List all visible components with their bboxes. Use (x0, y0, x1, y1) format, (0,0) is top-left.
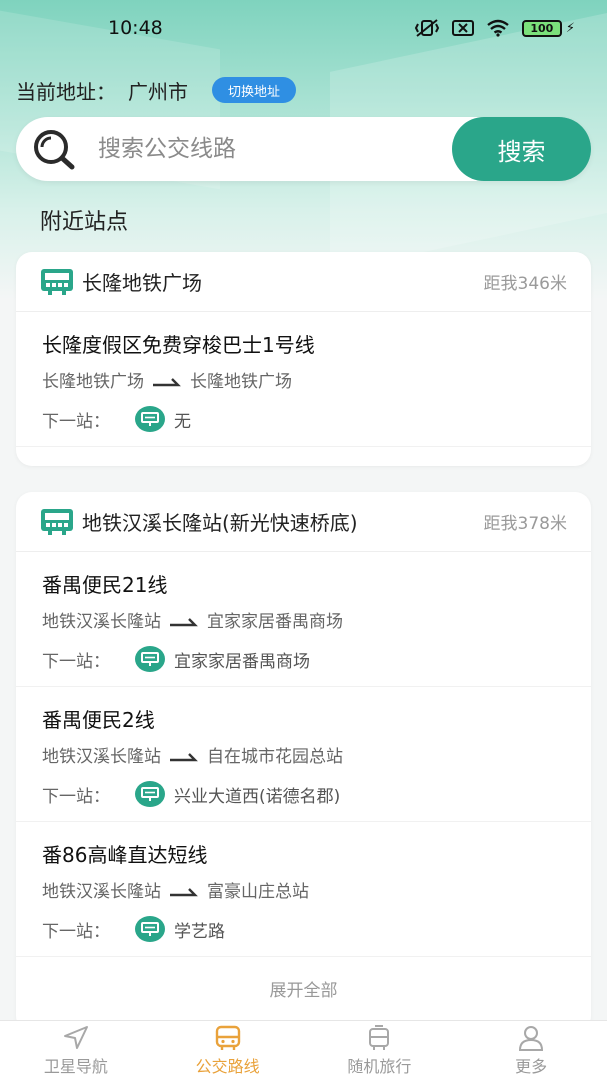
direction-arrow-icon (152, 373, 182, 387)
stop-name: 长隆地铁广场 (82, 271, 202, 295)
stop-card[interactable]: 地铁汉溪长隆站(新光快速桥底) 距我378米 番禺便民21线 地铁汉溪长隆站 宜… (16, 492, 591, 1032)
bottom-nav: 卫星导航 公交路线 随机旅行 更多 (0, 1020, 607, 1080)
stop-card-header[interactable]: 地铁汉溪长隆站(新光快速桥底) 距我378米 (16, 492, 591, 552)
next-stop-name: 无 (174, 411, 191, 432)
next-stop-label: 下一站： (42, 411, 110, 432)
next-stop-name: 兴业大道西(诺德名郡) (174, 786, 341, 807)
stop-card[interactable]: 长隆地铁广场 距我346米 长隆度假区免费穿梭巴士1号线 长隆地铁广场 长隆地铁… (16, 252, 591, 466)
route-from: 地铁汉溪长隆站 (42, 746, 161, 767)
nav-label: 卫星导航 (43, 1056, 108, 1076)
nav-satellite-navigation[interactable]: 卫星导航 (0, 1021, 152, 1080)
route-name: 长隆度假区免费穿梭巴士1号线 (42, 333, 315, 357)
section-title: 附近站点 (40, 210, 129, 235)
wifi-icon (486, 19, 510, 37)
sim-off-icon (451, 19, 474, 37)
bus-sign-icon (134, 780, 166, 808)
route-to: 宜家家居番禺商场 (207, 611, 343, 632)
route-item[interactable]: 长隆度假区免费穿梭巴士1号线 长隆地铁广场 长隆地铁广场 下一站： 无 (16, 312, 591, 447)
route-to: 富豪山庄总站 (207, 881, 309, 902)
nav-label: 随机旅行 (347, 1056, 412, 1076)
route-from: 地铁汉溪长隆站 (42, 881, 161, 902)
direction-arrow-icon (169, 748, 199, 762)
route-direction: 地铁汉溪长隆站 宜家家居番禺商场 (42, 606, 567, 632)
route-from: 长隆地铁广场 (42, 371, 144, 392)
route-name: 番禺便民2线 (42, 708, 155, 732)
nav-bus-routes[interactable]: 公交路线 (152, 1021, 304, 1080)
next-stop-row: 下一站： 无 (42, 406, 567, 432)
search-icon (30, 125, 78, 173)
next-stop-label: 下一站： (42, 651, 110, 672)
bus-stop-icon (40, 268, 74, 296)
travel-bus-icon (365, 1024, 393, 1051)
route-name: 番禺便民21线 (42, 573, 168, 597)
charging-icon: ⚡ (565, 20, 575, 36)
switch-address-button[interactable]: 切换地址 (212, 77, 297, 103)
expand-all-button[interactable]: 展开全部 (16, 957, 591, 1019)
status-icons: 100 ⚡ (414, 18, 575, 38)
nav-more[interactable]: 更多 (455, 1021, 607, 1080)
next-stop-row: 下一站： 学艺路 (42, 916, 567, 942)
vibrate-off-icon (414, 18, 440, 38)
route-direction: 长隆地铁广场 长隆地铁广场 (42, 366, 567, 392)
bus-icon (214, 1025, 242, 1051)
stop-distance: 距我378米 (483, 514, 567, 534)
battery-icon: 100 (521, 19, 562, 37)
bus-sign-icon (134, 915, 166, 943)
search-button[interactable]: 搜索 (452, 117, 591, 181)
route-item[interactable]: 番禺便民21线 地铁汉溪长隆站 宜家家居番禺商场 下一站： 宜家家居番禺商场 (16, 552, 591, 687)
next-stop-name: 宜家家居番禺商场 (174, 651, 310, 672)
nav-label: 更多 (515, 1056, 548, 1076)
route-item[interactable]: 番禺便民2线 地铁汉溪长隆站 自在城市花园总站 下一站： 兴业大道西(诺德名郡) (16, 687, 591, 822)
direction-arrow-icon (169, 613, 199, 627)
stop-card-header[interactable]: 长隆地铁广场 距我346米 (16, 252, 591, 312)
bus-sign-icon (134, 405, 166, 433)
route-to: 长隆地铁广场 (190, 371, 292, 392)
route-from: 地铁汉溪长隆站 (42, 611, 161, 632)
next-stop-row: 下一站： 宜家家居番禺商场 (42, 646, 567, 672)
user-icon (517, 1025, 545, 1051)
next-stop-label: 下一站： (42, 921, 110, 942)
route-name: 番86高峰直达短线 (42, 843, 208, 867)
bus-stop-icon (40, 508, 74, 536)
direction-arrow-icon (169, 883, 199, 897)
status-time: 10:48 (108, 17, 163, 39)
route-item[interactable]: 番86高峰直达短线 地铁汉溪长隆站 富豪山庄总站 下一站： 学艺路 (16, 822, 591, 957)
next-stop-row: 下一站： 兴业大道西(诺德名郡) (42, 781, 567, 807)
stop-distance: 距我346米 (483, 274, 567, 294)
next-stop-name: 学艺路 (174, 921, 225, 942)
stop-name: 地铁汉溪长隆站(新光快速桥底) (82, 511, 358, 535)
address-row: 当前地址： 广州市 切换地址 (16, 74, 297, 106)
address-city: 广州市 (128, 79, 188, 104)
nav-random-travel[interactable]: 随机旅行 (304, 1021, 456, 1080)
route-direction: 地铁汉溪长隆站 富豪山庄总站 (42, 876, 567, 902)
next-stop-label: 下一站： (42, 786, 110, 807)
route-to: 自在城市花园总站 (207, 746, 343, 767)
bus-sign-icon (134, 645, 166, 673)
search-input[interactable] (98, 136, 428, 162)
status-bar: 10:48 100 ⚡ (0, 0, 607, 56)
address-label: 当前地址： (16, 79, 116, 104)
route-direction: 地铁汉溪长隆站 自在城市花园总站 (42, 741, 567, 767)
search-box: 搜索 (16, 117, 591, 181)
navigation-arrow-icon (62, 1025, 90, 1051)
nav-label: 公交路线 (195, 1056, 260, 1076)
